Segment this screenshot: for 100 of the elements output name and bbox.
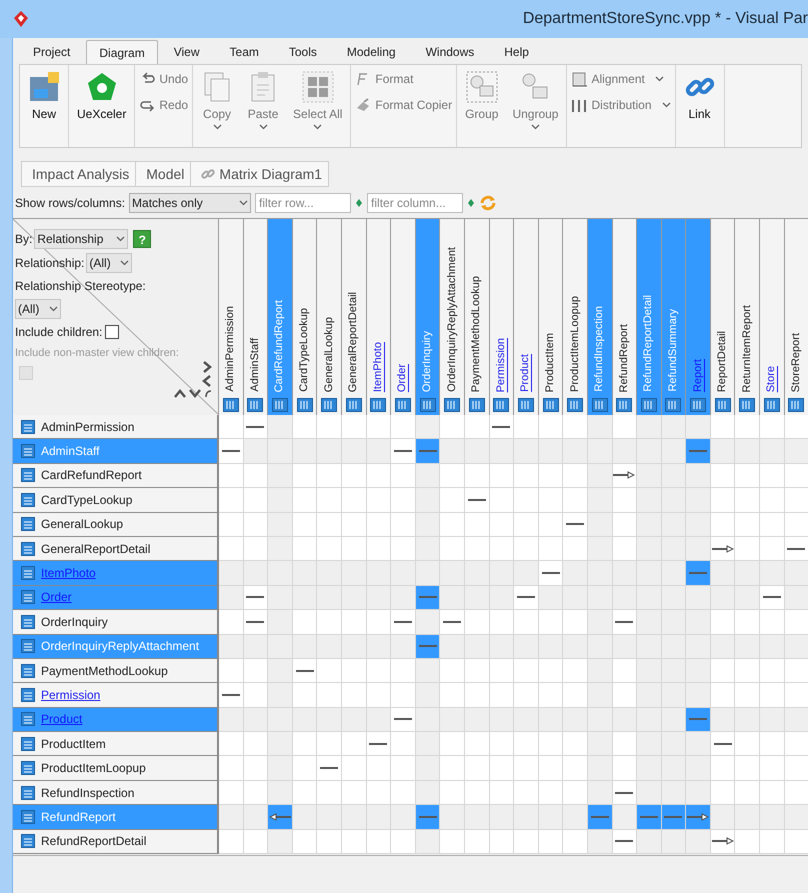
column-header[interactable]: Product xyxy=(514,219,538,395)
column-header[interactable]: ProductItem xyxy=(538,219,562,395)
class-icon xyxy=(788,398,804,412)
class-icon xyxy=(493,398,510,412)
chevron-down-icon xyxy=(189,389,201,398)
menu-tab[interactable]: Tools xyxy=(274,40,331,64)
column-header[interactable]: GeneralLookup xyxy=(317,219,341,395)
relation-line xyxy=(418,814,437,819)
class-icon xyxy=(21,614,35,629)
class-icon xyxy=(21,639,35,654)
row-header[interactable]: Permission xyxy=(13,683,219,708)
caret-icon xyxy=(258,124,268,130)
class-icon xyxy=(518,398,534,412)
menu-tab[interactable]: Help xyxy=(490,40,543,64)
relation-line xyxy=(787,546,806,551)
arrow-icon xyxy=(712,837,734,846)
menu-tab[interactable]: Diagram xyxy=(86,40,158,64)
class-icon xyxy=(444,398,460,412)
class-icon xyxy=(21,761,35,776)
menu-tab[interactable]: View xyxy=(160,40,214,64)
relation-line xyxy=(492,424,510,429)
column-filter-field[interactable]: filter column... xyxy=(367,193,464,213)
class-icon xyxy=(296,398,313,412)
ribbon-button[interactable]: Link xyxy=(680,65,720,147)
row-header[interactable]: ProductItemLoopup xyxy=(13,756,219,781)
column-header[interactable]: Store xyxy=(760,219,784,395)
menu-tab[interactable]: Windows xyxy=(412,40,488,64)
class-icon xyxy=(222,398,239,412)
row-header[interactable]: PaymentMethodLookup xyxy=(13,658,219,684)
relation-line xyxy=(664,814,682,819)
caret-icon xyxy=(239,200,248,206)
new-diagram-icon xyxy=(28,71,60,103)
class-icon xyxy=(567,398,584,412)
row-header[interactable]: RefundInspection xyxy=(13,780,219,806)
show-dropdown[interactable]: Matches only xyxy=(129,193,252,213)
ribbon-button[interactable]: UeXceler xyxy=(73,65,130,147)
arrow-icon xyxy=(613,471,636,480)
class-icon xyxy=(739,398,756,412)
relation-line xyxy=(443,620,462,624)
value-dropdown[interactable]: (All) xyxy=(86,253,132,273)
breadcrumb-item[interactable]: Impact Analysis xyxy=(21,161,136,187)
class-icon xyxy=(21,492,35,507)
column-header[interactable]: ProductItemLoopup xyxy=(563,219,587,395)
value-dropdown[interactable]: Relationship xyxy=(34,229,128,249)
row-header[interactable]: OrderInquiry xyxy=(13,610,219,635)
class-icon xyxy=(21,786,35,800)
refresh-icon xyxy=(479,194,498,212)
option-label: Include children: xyxy=(15,324,102,341)
menu-tab[interactable]: Team xyxy=(216,40,273,64)
class-icon xyxy=(321,398,338,412)
row-header[interactable]: GeneralReportDetail xyxy=(13,536,219,562)
class-icon xyxy=(272,398,288,412)
option-label: By: xyxy=(15,231,32,248)
relation-line xyxy=(369,742,388,746)
class-icon xyxy=(21,810,35,824)
column-header[interactable]: Permission xyxy=(490,219,514,395)
ribbon-button[interactable]: New xyxy=(24,65,64,147)
column-header[interactable]: RefundReport xyxy=(612,219,636,395)
column-header[interactable]: AdminPermission xyxy=(219,219,243,395)
row-header[interactable]: ProductItem xyxy=(13,732,219,756)
class-icon xyxy=(21,688,35,702)
column-header[interactable]: StoreReport xyxy=(784,219,808,395)
row-filter-field[interactable]: filter row... xyxy=(255,193,352,213)
relation-line xyxy=(689,717,708,722)
row-header[interactable]: CardTypeLookup xyxy=(13,488,219,513)
class-icon xyxy=(21,664,35,678)
column-header[interactable]: OrderInquiryReplyAttachment xyxy=(440,219,464,395)
column-header[interactable]: PaymentMethodLookup xyxy=(464,219,489,395)
column-header[interactable]: CardTypeLookup xyxy=(292,219,316,395)
class-icon xyxy=(394,398,411,412)
column-header[interactable]: ItemPhoto xyxy=(366,219,390,395)
class-icon xyxy=(420,398,436,412)
class-icon xyxy=(665,398,682,412)
class-icon xyxy=(21,542,35,556)
column-header[interactable]: GeneralReportDetail xyxy=(342,219,366,395)
column-header[interactable]: Order xyxy=(391,219,415,395)
relation-line xyxy=(615,620,634,624)
relation-line xyxy=(394,717,412,722)
row-header[interactable]: RefundReportDetail xyxy=(13,830,219,854)
class-icon xyxy=(247,398,264,412)
caret-icon xyxy=(212,124,222,130)
menu-tab[interactable]: Modeling xyxy=(332,40,410,64)
row-header[interactable]: AdminPermission xyxy=(13,415,219,440)
column-header[interactable]: ReturnItemReport xyxy=(735,219,760,395)
relation-line xyxy=(689,449,708,454)
link-icon xyxy=(201,167,216,181)
column-header[interactable]: AdminStaff xyxy=(244,219,268,395)
column-header[interactable]: ReportDetail xyxy=(710,219,734,395)
class-icon xyxy=(468,398,485,412)
class-icon xyxy=(616,398,632,412)
breadcrumb-item[interactable]: Model xyxy=(135,161,192,187)
row-header[interactable]: CardRefundReport xyxy=(13,464,219,488)
relation-line xyxy=(418,449,437,454)
checkbox[interactable] xyxy=(105,325,120,339)
row-header[interactable]: GeneralLookup xyxy=(13,512,219,537)
relation-line xyxy=(542,571,560,576)
breadcrumb-item[interactable]: Matrix Diagram1 xyxy=(190,161,330,187)
value-dropdown[interactable]: (All) xyxy=(15,299,61,319)
relation-line xyxy=(320,766,338,770)
menu-tab[interactable]: Project xyxy=(19,40,84,64)
